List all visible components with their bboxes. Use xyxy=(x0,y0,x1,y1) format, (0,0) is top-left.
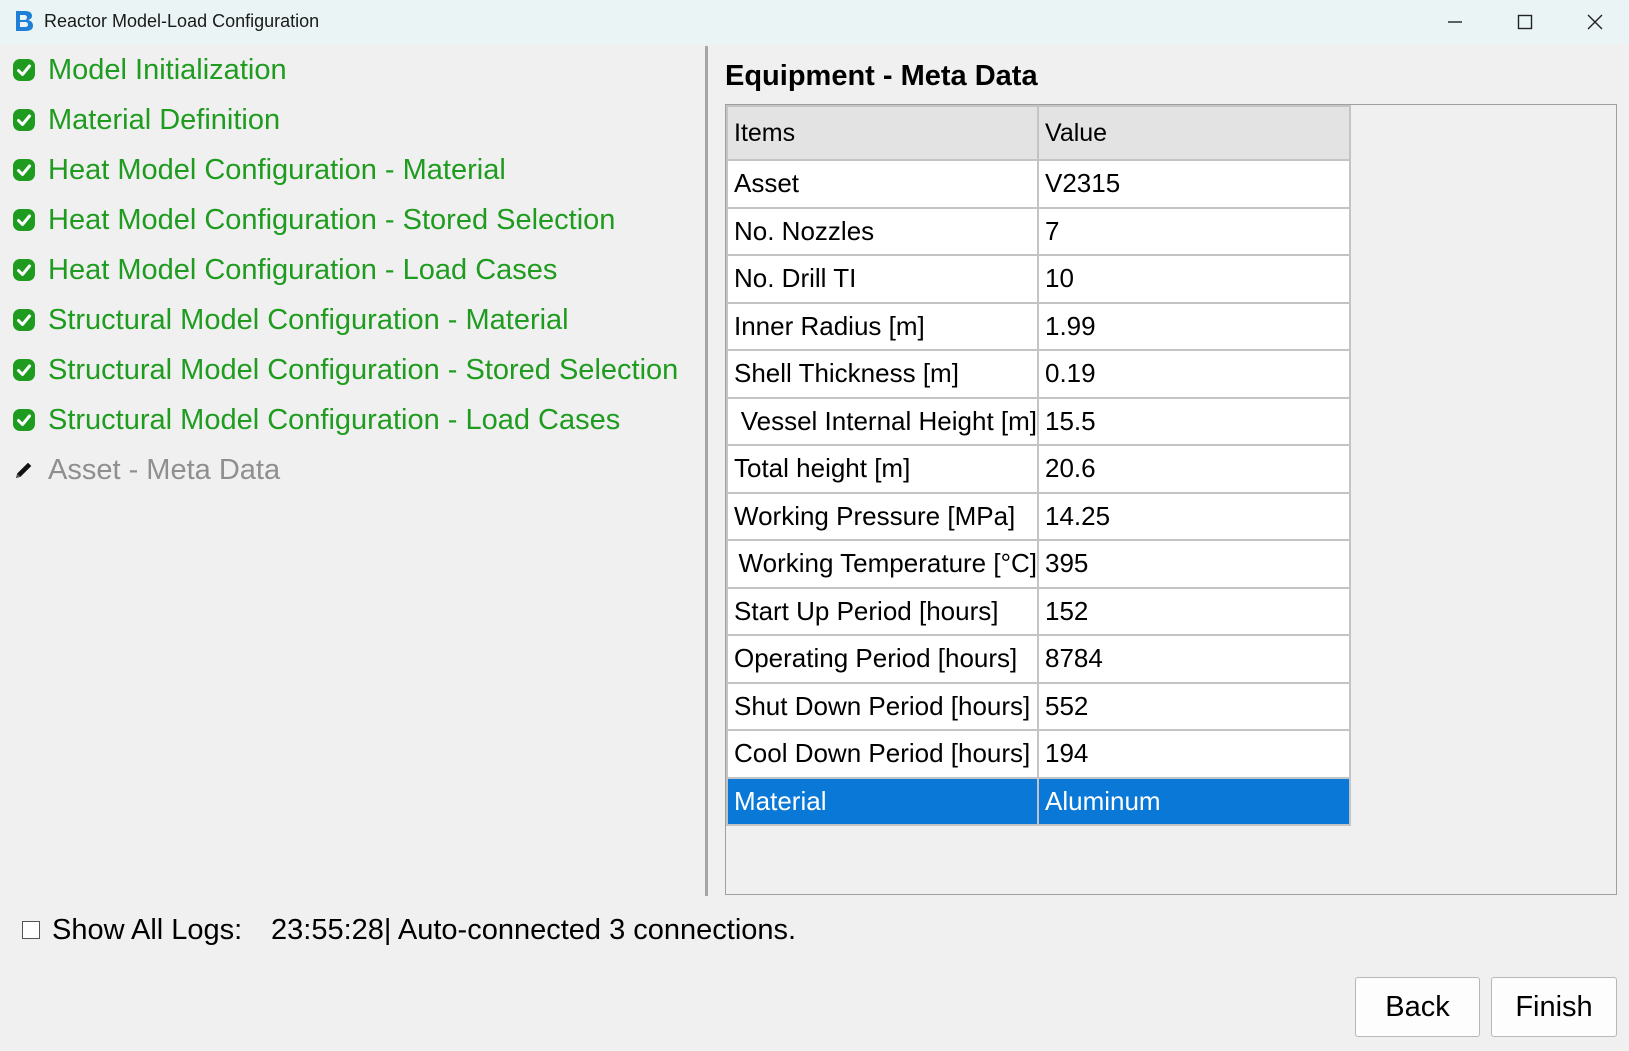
item-cell[interactable]: Operating Period [hours] xyxy=(726,634,1039,684)
step-label: Structural Model Configuration - Stored … xyxy=(48,353,679,386)
column-header-value[interactable]: Value xyxy=(1037,105,1351,161)
table-row[interactable]: Total height [m] 20.6 xyxy=(726,444,1351,494)
table-row[interactable]: Working Temperature [°C] 395 xyxy=(726,539,1351,589)
close-icon xyxy=(1587,14,1603,30)
table-row[interactable]: No. Drill TI 10 xyxy=(726,254,1351,304)
table-row[interactable]: Cool Down Period [hours] 194 xyxy=(726,729,1351,779)
value-cell[interactable]: 20.6 xyxy=(1037,444,1351,494)
value-cell[interactable]: Aluminum xyxy=(1037,776,1351,826)
value-cell[interactable]: 10 xyxy=(1037,254,1351,304)
table-row-selected[interactable]: Material Aluminum xyxy=(726,776,1351,826)
panel-divider[interactable] xyxy=(705,46,708,896)
value-cell[interactable]: 194 xyxy=(1037,729,1351,779)
value-cell[interactable]: 15.5 xyxy=(1037,396,1351,446)
app-logo-icon xyxy=(16,11,33,31)
value-cell[interactable]: 0.19 xyxy=(1037,349,1351,399)
value-cell[interactable]: 14.25 xyxy=(1037,491,1351,541)
step-label: Structural Model Configuration - Load Ca… xyxy=(48,403,621,436)
step-label: Structural Model Configuration - Materia… xyxy=(48,303,569,336)
close-button[interactable] xyxy=(1560,0,1629,44)
item-cell[interactable]: Vessel Internal Height [m] xyxy=(726,396,1039,446)
minimize-icon xyxy=(1448,21,1462,23)
value-cell[interactable]: 152 xyxy=(1037,586,1351,636)
item-cell[interactable]: Material xyxy=(726,776,1039,826)
maximize-button[interactable] xyxy=(1490,0,1560,44)
step-asset-meta-data[interactable]: Asset - Meta Data xyxy=(12,448,280,492)
finish-button[interactable]: Finish xyxy=(1491,977,1617,1037)
check-circle-icon xyxy=(12,158,36,182)
step-heat-material[interactable]: Heat Model Configuration - Material xyxy=(12,148,506,192)
log-message: 23:55:28| Auto-connected 3 connections. xyxy=(271,914,797,946)
check-circle-icon xyxy=(12,108,36,132)
maximize-icon xyxy=(1517,14,1533,30)
back-button[interactable]: Back xyxy=(1355,977,1480,1037)
step-structural-stored-selection[interactable]: Structural Model Configuration - Stored … xyxy=(12,348,678,392)
check-circle-icon xyxy=(12,308,36,332)
step-label: Heat Model Configuration - Stored Select… xyxy=(48,203,616,236)
section-title: Equipment - Meta Data xyxy=(725,60,1038,92)
meta-data-table: Items Value Asset V2315 No. Nozzles 7 No. … xyxy=(726,105,1351,826)
step-heat-load-cases[interactable]: Heat Model Configuration - Load Cases xyxy=(12,248,557,292)
step-label: Heat Model Configuration - Load Cases xyxy=(48,253,558,286)
step-label: Asset - Meta Data xyxy=(48,453,281,486)
step-label: Heat Model Configuration - Material xyxy=(48,153,506,186)
table-row[interactable]: Working Pressure [MPa] 14.25 xyxy=(726,491,1351,541)
table-row[interactable]: Shell Thickness [m] 0.19 xyxy=(726,349,1351,399)
value-cell[interactable]: 1.99 xyxy=(1037,301,1351,351)
check-circle-icon xyxy=(12,358,36,382)
item-cell[interactable]: Shut Down Period [hours] xyxy=(726,681,1039,731)
item-cell[interactable]: Asset xyxy=(726,159,1039,209)
value-cell[interactable]: 395 xyxy=(1037,539,1351,589)
table-header-row: Items Value xyxy=(726,105,1351,161)
step-structural-material[interactable]: Structural Model Configuration - Materia… xyxy=(12,298,569,342)
value-cell[interactable]: 7 xyxy=(1037,206,1351,256)
minimize-button[interactable] xyxy=(1420,0,1490,44)
check-circle-icon xyxy=(12,258,36,282)
value-cell[interactable]: 552 xyxy=(1037,681,1351,731)
pencil-icon xyxy=(12,458,36,482)
table-row[interactable]: No. Nozzles 7 xyxy=(726,206,1351,256)
show-all-logs-label: Show All Logs: xyxy=(52,913,243,946)
item-cell[interactable]: No. Nozzles xyxy=(726,206,1039,256)
item-cell[interactable]: Start Up Period [hours] xyxy=(726,586,1039,636)
meta-data-table-area: Items Value Asset V2315 No. Nozzles 7 No. … xyxy=(725,104,1617,895)
value-cell[interactable]: V2315 xyxy=(1037,159,1351,209)
show-all-logs-checkbox[interactable] xyxy=(22,921,40,939)
table-row[interactable]: Shut Down Period [hours] 552 xyxy=(726,681,1351,731)
item-cell[interactable]: Shell Thickness [m] xyxy=(726,349,1039,399)
item-cell[interactable]: Working Temperature [°C] xyxy=(726,539,1039,589)
table-row[interactable]: Start Up Period [hours] 152 xyxy=(726,586,1351,636)
step-heat-stored-selection[interactable]: Heat Model Configuration - Stored Select… xyxy=(12,198,615,242)
table-row[interactable]: Vessel Internal Height [m] 15.5 xyxy=(726,396,1351,446)
step-structural-load-cases[interactable]: Structural Model Configuration - Load Ca… xyxy=(12,398,620,442)
step-label: Model Initialization xyxy=(48,53,287,86)
check-circle-icon xyxy=(12,408,36,432)
table-row[interactable]: Asset V2315 xyxy=(726,159,1351,209)
item-cell[interactable]: No. Drill TI xyxy=(726,254,1039,304)
item-cell[interactable]: Inner Radius [m] xyxy=(726,301,1039,351)
step-label: Material Definition xyxy=(48,103,281,136)
step-model-initialization[interactable]: Model Initialization xyxy=(12,48,287,92)
value-cell[interactable]: 8784 xyxy=(1037,634,1351,684)
table-row[interactable]: Operating Period [hours] 8784 xyxy=(726,634,1351,684)
window-title: Reactor Model-Load Configuration xyxy=(44,11,320,31)
step-material-definition[interactable]: Material Definition xyxy=(12,98,280,142)
column-header-items[interactable]: Items xyxy=(726,105,1039,161)
title-bar: Reactor Model-Load Configuration xyxy=(0,0,1629,44)
item-cell[interactable]: Total height [m] xyxy=(726,444,1039,494)
item-cell[interactable]: Working Pressure [MPa] xyxy=(726,491,1039,541)
show-all-logs-toggle[interactable]: Show All Logs: xyxy=(22,910,242,950)
table-row[interactable]: Inner Radius [m] 1.99 xyxy=(726,301,1351,351)
check-circle-icon xyxy=(12,58,36,82)
item-cell[interactable]: Cool Down Period [hours] xyxy=(726,729,1039,779)
check-circle-icon xyxy=(12,208,36,232)
